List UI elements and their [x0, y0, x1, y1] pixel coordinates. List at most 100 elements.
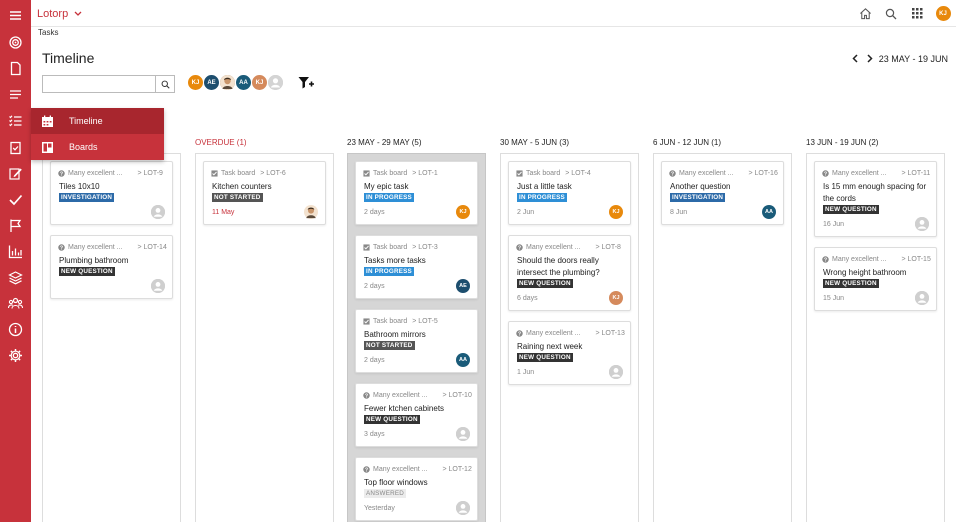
breadcrumb[interactable]: Tasks: [38, 28, 58, 37]
card-meta: Task board > LOT-3: [363, 244, 438, 251]
user-avatar[interactable]: KJ: [930, 0, 956, 27]
view-option-boards[interactable]: Boards: [31, 134, 164, 160]
unassigned-avatar[interactable]: [915, 291, 929, 305]
task-card[interactable]: Task board > LOT-6 Kitchen counters NOT STA…: [203, 161, 326, 225]
sidebar-button-info[interactable]: [0, 316, 31, 342]
search-icon[interactable]: [878, 0, 904, 27]
task-card[interactable]: ? Many excellent ... > LOT-9 Tiles 10x10 INV…: [50, 161, 173, 225]
card-date: 6 days: [517, 295, 538, 302]
unassigned-avatar[interactable]: [456, 427, 470, 441]
project-switcher[interactable]: Lotorp: [37, 8, 82, 20]
unassigned-avatar[interactable]: [151, 205, 165, 219]
card-source: Task board: [221, 170, 256, 177]
task-card[interactable]: Task board > LOT-4 Just a little task IN PR…: [508, 161, 631, 225]
timeline-column: Task board > LOT-6 Kitchen counters NOT STA…: [195, 153, 334, 522]
timeline-column: ? Many excellent ... > LOT-16 Another quest…: [653, 153, 792, 522]
assignee-avatar[interactable]: KJ: [609, 291, 623, 305]
status-badge: NEW QUESTION: [364, 415, 420, 424]
card-lot: > LOT-16: [748, 170, 778, 177]
column-header: OVERDUE (1): [195, 138, 247, 147]
search-button[interactable]: [155, 76, 174, 92]
settings-icon: [9, 348, 22, 362]
apps-grid-icon[interactable]: [904, 0, 930, 27]
question-icon: ?: [822, 170, 829, 177]
sidebar-button-flag[interactable]: [0, 212, 31, 238]
card-lot: > LOT-8: [595, 244, 621, 251]
sidebar-button-chart[interactable]: [0, 238, 31, 264]
avatar-kj[interactable]: KJ: [251, 74, 268, 91]
sidebar-button-checklist[interactable]: [0, 107, 31, 133]
chevron-right-icon: [867, 54, 873, 63]
sidebar-button-clipboard[interactable]: [0, 134, 31, 160]
next-range-button[interactable]: [864, 52, 877, 65]
photo-avatar[interactable]: [304, 205, 318, 219]
card-source: Many excellent ...: [832, 256, 887, 263]
sidebar-button-menu[interactable]: [0, 2, 31, 28]
task-card[interactable]: ? Many excellent ... > LOT-12 Top floor win…: [355, 457, 478, 521]
chevron-down-icon: [74, 11, 82, 16]
card-meta: ? Many excellent ... > LOT-12: [363, 466, 472, 473]
task-card[interactable]: Task board > LOT-3 Tasks more tasks IN PROG…: [355, 235, 478, 299]
chevron-left-icon: [852, 54, 858, 63]
unassigned-avatar[interactable]: [915, 217, 929, 231]
card-title: Tasks more tasks: [364, 256, 426, 265]
top-bar: Lotorp KJ: [31, 0, 956, 27]
unassigned-avatar[interactable]: [456, 501, 470, 515]
sidebar-button-layers[interactable]: [0, 264, 31, 290]
task-card[interactable]: Task board > LOT-5 Bathroom mirrors NOT STA…: [355, 309, 478, 373]
user-initials: KJ: [935, 6, 951, 21]
avatar-kj[interactable]: KJ: [187, 74, 204, 91]
view-option-timeline[interactable]: Timeline: [31, 108, 164, 134]
view-option-label: Timeline: [69, 116, 103, 126]
task-card[interactable]: ? Many excellent ... > LOT-14 Plumbing bath…: [50, 235, 173, 299]
status-badge: IN PROGRESS: [364, 267, 414, 276]
sidebar-button-settings[interactable]: [0, 342, 31, 368]
add-filter-button[interactable]: [298, 76, 314, 95]
unassigned-avatar[interactable]: [267, 74, 284, 91]
search-input[interactable]: [43, 76, 155, 92]
card-date: 2 Jun: [517, 209, 535, 216]
assignee-avatar[interactable]: AA: [762, 205, 776, 219]
sidebar-button-document[interactable]: [0, 55, 31, 81]
card-meta: Task board > LOT-4: [516, 170, 591, 177]
date-range-label: 23 MAY - 19 JUN: [878, 53, 948, 64]
avatar-aa[interactable]: AA: [235, 74, 252, 91]
status-badge: INVESTIGATION: [59, 193, 115, 202]
unassigned-avatar[interactable]: [609, 365, 623, 379]
sidebar-button-check[interactable]: [0, 186, 31, 212]
task-card[interactable]: ? Many excellent ... > LOT-13 Raining next …: [508, 321, 631, 385]
card-source: Many excellent ...: [68, 244, 123, 251]
assignee-avatar[interactable]: AA: [456, 353, 470, 367]
task-card[interactable]: ? Many excellent ... > LOT-16 Another quest…: [661, 161, 784, 225]
page-title: Timeline: [42, 50, 95, 66]
task-card[interactable]: ? Many excellent ... > LOT-10 Fewer ktchen …: [355, 383, 478, 447]
card-meta: ? Many excellent ... > LOT-10: [363, 392, 472, 399]
task-card[interactable]: Task board > LOT-1 My epic task IN PROGRESS…: [355, 161, 478, 225]
sidebar-button-team[interactable]: [0, 290, 31, 316]
avatar-ae[interactable]: AE: [203, 74, 220, 91]
assignee-avatar[interactable]: AE: [456, 279, 470, 293]
unassigned-avatar[interactable]: [151, 279, 165, 293]
card-title: Is 15 mm enough spacing for the cords: [823, 182, 927, 203]
task-card[interactable]: ? Many excellent ... > LOT-15 Wrong height …: [814, 247, 937, 311]
sidebar-button-list[interactable]: [0, 81, 31, 107]
assignee-avatar[interactable]: KJ: [609, 205, 623, 219]
assignee-avatar[interactable]: KJ: [456, 205, 470, 219]
sidebar-button-edit[interactable]: [0, 160, 31, 186]
card-source: Many excellent ...: [679, 170, 734, 177]
card-source: Task board: [373, 244, 408, 251]
task-card[interactable]: ? Many excellent ... > LOT-11 Is 15 mm enou…: [814, 161, 937, 237]
card-date: 16 Jun: [823, 221, 845, 228]
home-icon[interactable]: [852, 0, 878, 27]
status-badge: NEW QUESTION: [823, 279, 879, 288]
photo-avatar[interactable]: [219, 74, 236, 91]
sidebar-button-target[interactable]: [0, 29, 31, 55]
column-header: 23 MAY - 29 MAY (5): [347, 138, 422, 147]
previous-range-button[interactable]: [849, 52, 862, 65]
status-badge: NEW QUESTION: [517, 279, 573, 288]
card-lot: > LOT-1: [412, 170, 438, 177]
task-card[interactable]: ? Many excellent ... > LOT-8 Should the doo…: [508, 235, 631, 311]
card-lot: > LOT-11: [901, 170, 931, 177]
card-title: Bathroom mirrors: [364, 330, 426, 339]
question-icon: ?: [516, 330, 523, 337]
